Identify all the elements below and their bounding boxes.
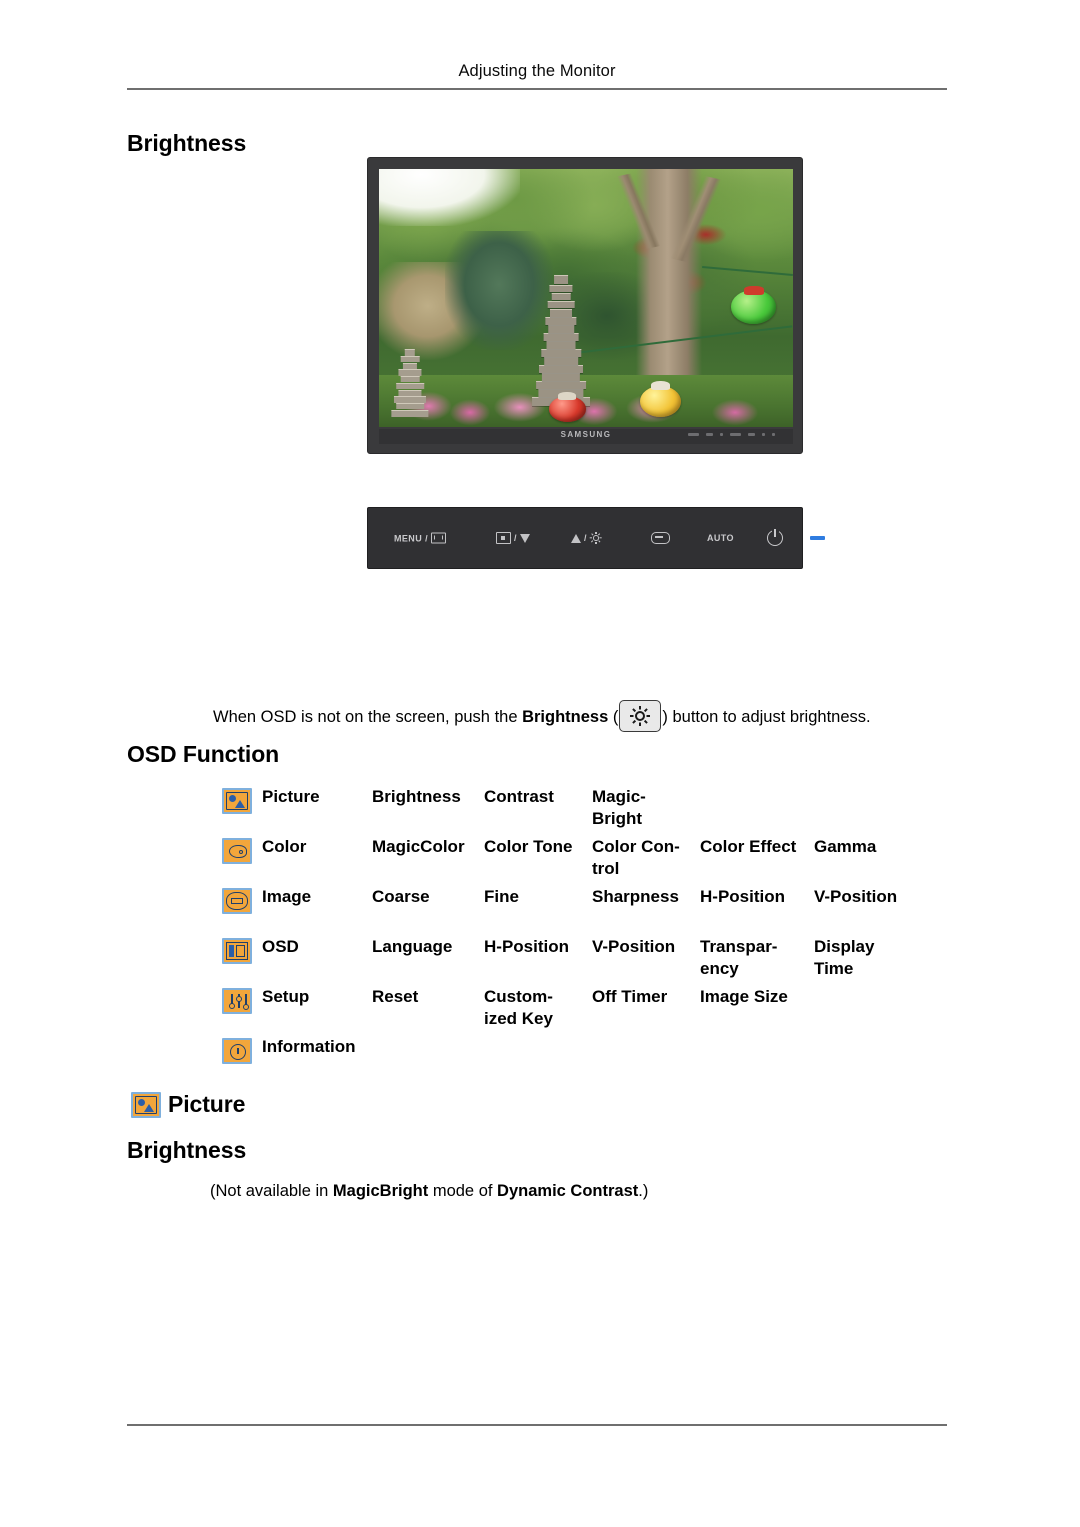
image-icon	[222, 888, 252, 914]
table-row: OSD Language H-Position V-Position Trans…	[222, 936, 952, 986]
osd-menu-item: Fine	[484, 887, 519, 906]
power-led-indicator	[810, 536, 825, 540]
power-button[interactable]	[767, 528, 783, 546]
footer-divider	[127, 1424, 947, 1426]
availability-note: (Not available in MagicBright mode of Dy…	[210, 1182, 648, 1201]
table-row: Information	[222, 1036, 952, 1086]
osd-menu-item: Transpar-ency	[700, 937, 778, 978]
brightness-instruction-caption: When OSD is not on the screen, push the …	[213, 700, 953, 732]
osd-menu-item: H-Position	[484, 937, 569, 956]
note-text-1: (Not available in	[210, 1182, 333, 1200]
information-icon	[222, 1038, 252, 1064]
caption-text-2: button to adjust brightness.	[672, 708, 871, 726]
osd-menu-item: H-Position	[700, 887, 785, 906]
stone-pagoda-large	[532, 272, 591, 407]
osd-row-icon	[222, 988, 252, 1014]
color-icon	[222, 838, 252, 864]
osd-menu-item: Color Tone	[484, 837, 573, 856]
note-text-3: .)	[638, 1182, 649, 1200]
picture-icon	[222, 788, 252, 814]
osd-row-icon	[222, 838, 252, 864]
led-icon	[810, 536, 825, 540]
osd-menu-item: Off Timer	[592, 987, 668, 1006]
section-heading-brightness-2: Brightness	[127, 1137, 247, 1163]
picture-heading-icon-wrap	[131, 1092, 161, 1118]
osd-row-label: Image	[262, 887, 312, 906]
osd-row-label: OSD	[262, 937, 299, 956]
table-row: Setup Reset Custom-ized Key Off Timer Im…	[222, 986, 952, 1036]
brightness-button-icon	[619, 700, 662, 732]
header-divider	[127, 88, 947, 90]
osd-menu-item: V-Position	[814, 887, 898, 906]
menu-icon	[431, 532, 447, 544]
table-row: Color MagicColor Color Tone Color Con-tr…	[222, 836, 952, 886]
osd-menu-item: Gamma	[814, 837, 877, 856]
osd-row-label: Setup	[262, 987, 310, 1006]
osd-icon	[222, 938, 252, 964]
monitor-figure: SAMSUNG	[367, 157, 803, 454]
caption-paren-open: (	[608, 708, 619, 726]
chevron-down-icon	[519, 533, 530, 543]
monitor-bezel-bottom: SAMSUNG	[379, 429, 793, 444]
osd-menu-item: V-Position	[592, 937, 676, 956]
lantern-yellow	[639, 381, 682, 417]
osd-menu-item: Display Time	[814, 937, 875, 978]
osd-menu-item: Color Effect	[700, 837, 797, 856]
enter-button[interactable]	[651, 532, 670, 544]
osd-row-icon	[222, 1038, 252, 1064]
lantern-green	[730, 286, 777, 324]
auto-button[interactable]: AUTO	[707, 533, 734, 543]
page-header-title: Adjusting the Monitor	[458, 62, 616, 80]
osd-menu-item: Color Con-trol	[592, 837, 680, 878]
brightness-up-button[interactable]: /	[571, 532, 602, 544]
note-bold-dynamic-contrast: Dynamic Contrast	[497, 1182, 639, 1200]
caption-bold-brightness: Brightness	[522, 708, 609, 726]
section-heading-brightness: Brightness	[127, 130, 247, 156]
monitor-screen	[379, 169, 793, 427]
picture-icon	[131, 1092, 161, 1118]
power-icon	[767, 528, 783, 546]
table-row: Image Coarse Fine Sharpness H-Position V…	[222, 886, 952, 936]
osd-menu-item: Language	[372, 937, 453, 956]
auto-button-label: AUTO	[707, 533, 734, 543]
menu-button-label: MENU	[394, 533, 423, 543]
osd-menu-item: Image Size	[700, 987, 788, 1006]
osd-row-icon	[222, 888, 252, 914]
osd-row-label: Information	[262, 1037, 356, 1056]
sky-patch	[379, 169, 520, 226]
osd-row-label: Picture	[262, 787, 320, 806]
osd-row-label: Color	[262, 837, 307, 856]
osd-menu-item: Magic- Bright	[592, 787, 646, 828]
document-page: Adjusting the Monitor Brightness SAMSUNG…	[0, 0, 1080, 1527]
brightness-icon	[589, 532, 602, 544]
source-down-button[interactable]: /	[496, 532, 530, 544]
section-heading-osd-function: OSD Function	[127, 741, 280, 767]
osd-menu-item: Brightness	[372, 787, 461, 806]
note-bold-magicbright: MagicBright	[332, 1182, 429, 1200]
note-text-2: mode of	[428, 1182, 498, 1200]
chevron-up-icon	[571, 533, 581, 543]
caption-text-1: When OSD is not on the screen, push the	[213, 708, 523, 726]
bezel-control-marks	[688, 433, 775, 436]
osd-menu-item: Contrast	[484, 787, 554, 806]
source-icon	[496, 532, 511, 544]
monitor-control-panel: MENU / / / AUTO	[367, 507, 825, 569]
osd-menu-item: Custom-ized Key	[484, 987, 553, 1028]
osd-menu-item: Coarse	[372, 887, 430, 906]
lantern-red	[548, 391, 586, 422]
osd-menu-item: MagicColor	[372, 837, 465, 856]
table-row: Picture Brightness Contrast Magic- Bright	[222, 786, 952, 836]
osd-row-icon	[222, 938, 252, 964]
screen-photo	[379, 169, 793, 427]
osd-function-table: Picture Brightness Contrast Magic- Bright…	[222, 786, 952, 1086]
setup-icon	[222, 988, 252, 1014]
enter-icon	[651, 532, 670, 544]
caption-paren-close: )	[662, 708, 673, 726]
osd-menu-item: Reset	[372, 987, 419, 1006]
osd-row-icon	[222, 788, 252, 814]
section-heading-picture: Picture	[168, 1091, 246, 1117]
menu-button[interactable]: MENU /	[394, 532, 447, 544]
stone-pagoda-small	[391, 348, 429, 417]
osd-menu-item: Sharpness	[592, 887, 679, 906]
